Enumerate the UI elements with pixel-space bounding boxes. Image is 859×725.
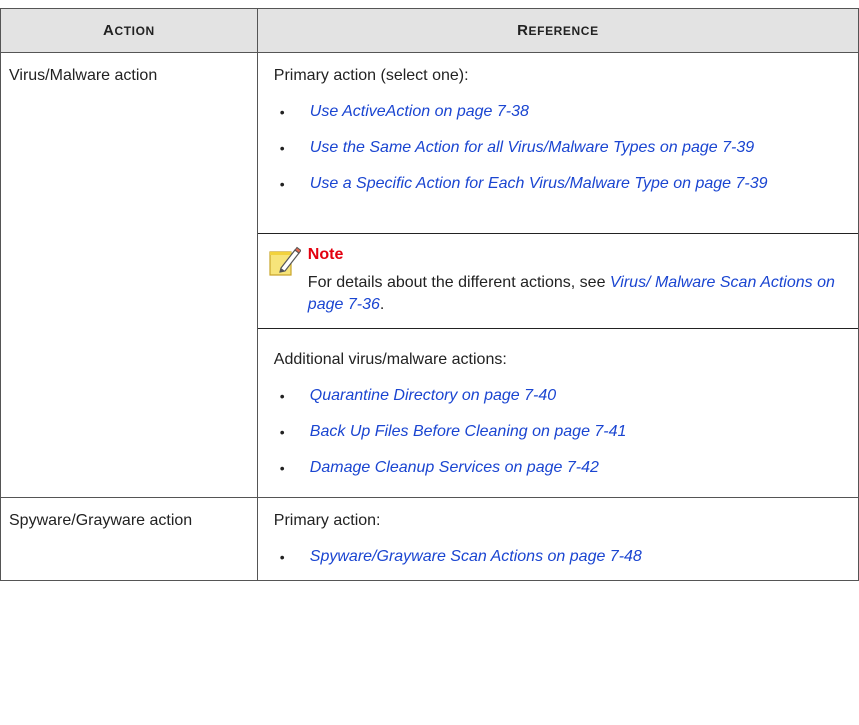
link-quarantine-directory[interactable]: Quarantine Directory on page 7-40 <box>310 387 556 404</box>
table-row: Spyware/Grayware action Primary action: … <box>0 497 859 581</box>
primary-action-list: • Spyware/Grayware Scan Actions on page … <box>274 546 850 568</box>
column-header-action: ACTION <box>0 8 258 53</box>
link-same-action-all-types[interactable]: Use the Same Action for all Virus/Malwar… <box>310 139 754 156</box>
list-item: • Back Up Files Before Cleaning on page … <box>274 421 850 443</box>
additional-action-list: • Quarantine Directory on page 7-40 • Ba… <box>274 385 850 479</box>
note-pencil-icon <box>269 246 301 276</box>
list-item: • Use ActiveAction on page 7-38 <box>274 101 850 123</box>
note-text: For details about the different actions,… <box>307 274 835 313</box>
list-item: • Damage Cleanup Services on page 7-42 <box>274 457 850 479</box>
bullet-icon: • <box>279 176 285 192</box>
note-box: Note For details about the different act… <box>257 233 858 329</box>
table-header-row: ACTION REFERENCE <box>0 8 859 53</box>
primary-action-list: • Use ActiveAction on page 7-38 • Use th… <box>274 101 850 195</box>
primary-action-intro: Primary action: <box>273 512 381 529</box>
action-cell: Virus/Malware action <box>0 52 258 498</box>
link-back-up-files[interactable]: Back Up Files Before Cleaning on page 7-… <box>310 423 627 440</box>
additional-actions-intro: Additional virus/malware actions: <box>273 351 507 368</box>
table-row: Virus/Malware action Primary action (sel… <box>0 52 859 498</box>
column-header-reference: REFERENCE <box>256 8 859 53</box>
reference-cell: Primary action: • Spyware/Grayware Scan … <box>256 497 859 581</box>
link-damage-cleanup-services[interactable]: Damage Cleanup Services on page 7-42 <box>310 459 599 476</box>
bullet-icon: • <box>279 388 285 404</box>
bullet-icon: • <box>279 549 285 565</box>
primary-action-intro: Primary action (select one): <box>273 67 469 84</box>
bullet-icon: • <box>279 424 285 440</box>
link-spyware-grayware-scan-actions[interactable]: Spyware/Grayware Scan Actions on page 7-… <box>310 548 642 565</box>
bullet-icon: • <box>279 104 285 120</box>
list-item: • Quarantine Directory on page 7-40 <box>274 385 850 407</box>
reference-cell: Primary action (select one): • Use Activ… <box>256 52 859 498</box>
list-item: • Use the Same Action for all Virus/Malw… <box>274 137 850 159</box>
link-use-activeaction[interactable]: Use ActiveAction on page 7-38 <box>310 103 529 120</box>
note-title: Note <box>307 246 344 263</box>
bullet-icon: • <box>279 140 285 156</box>
list-item: • Use a Specific Action for Each Virus/M… <box>274 173 850 195</box>
bullet-icon: • <box>279 460 285 476</box>
list-item: • Spyware/Grayware Scan Actions on page … <box>274 546 850 568</box>
link-specific-action-each-type[interactable]: Use a Specific Action for Each Virus/Mal… <box>310 175 768 192</box>
reference-table: ACTION REFERENCE Virus/Malware action Pr… <box>0 8 859 581</box>
action-cell: Spyware/Grayware action <box>0 497 258 581</box>
